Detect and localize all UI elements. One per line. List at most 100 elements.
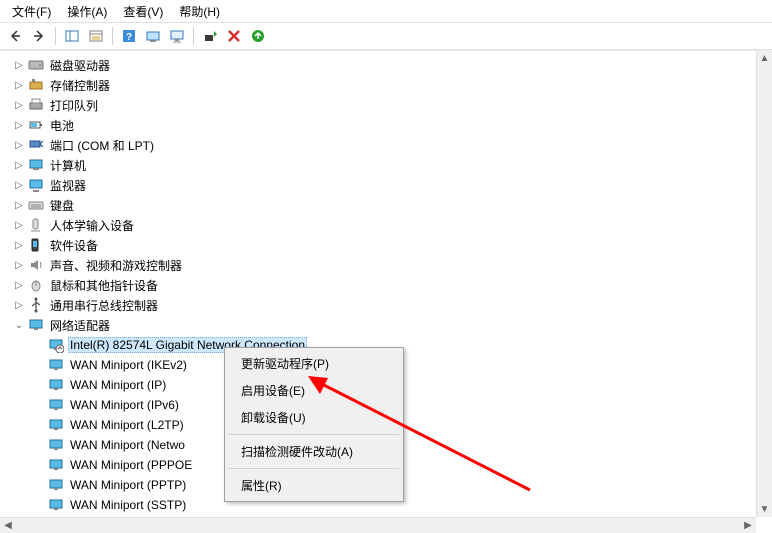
tree-node-keyboards[interactable]: ▷ 键盘 <box>12 195 772 215</box>
node-label: 存储控制器 <box>48 76 112 95</box>
network-adapter-icon <box>48 357 64 373</box>
ctx-update-driver[interactable]: 更新驱动程序(P) <box>227 350 401 377</box>
usb-icon <box>28 297 44 313</box>
scroll-up-icon[interactable]: ▲ <box>757 50 772 66</box>
node-label: WAN Miniport (SSTP) <box>68 497 188 513</box>
toolbar-separator <box>112 27 113 45</box>
tree-node-ports[interactable]: ▷ 端口 (COM 和 LPT) <box>12 135 772 155</box>
spacer <box>32 338 46 352</box>
disk-drive-icon <box>28 57 44 73</box>
show-hide-console-button[interactable] <box>61 25 83 47</box>
computer-icon <box>28 157 44 173</box>
help-button[interactable]: ? <box>118 25 140 47</box>
collapsed-icon[interactable]: ▷ <box>12 218 26 232</box>
collapsed-icon[interactable]: ▷ <box>12 238 26 252</box>
horizontal-scrollbar[interactable]: ◀ ▶ <box>0 517 756 533</box>
storage-controller-icon <box>28 77 44 93</box>
scroll-right-icon[interactable]: ▶ <box>740 518 756 533</box>
node-label: WAN Miniport (Netwo <box>68 437 187 453</box>
speaker-icon <box>28 257 44 273</box>
forward-button[interactable] <box>28 25 50 47</box>
ctx-scan-hardware[interactable]: 扫描检测硬件改动(A) <box>227 438 401 465</box>
spacer <box>32 498 46 512</box>
spacer <box>32 418 46 432</box>
node-label: 计算机 <box>48 156 88 175</box>
node-label: 软件设备 <box>48 236 100 255</box>
node-label: 网络适配器 <box>48 316 112 335</box>
mouse-icon <box>28 277 44 293</box>
node-label: WAN Miniport (IP) <box>68 377 168 393</box>
menu-help[interactable]: 帮助(H) <box>171 1 228 22</box>
keyboard-icon <box>28 197 44 213</box>
vertical-scrollbar[interactable]: ▲ ▼ <box>756 50 772 517</box>
toolbar-separator <box>55 27 56 45</box>
monitor-icon <box>28 177 44 193</box>
expanded-icon[interactable]: ⌄ <box>12 318 26 332</box>
ctx-separator <box>229 434 399 435</box>
node-label: 键盘 <box>48 196 76 215</box>
node-label: WAN Miniport (IPv6) <box>68 397 181 413</box>
tree-node-mice[interactable]: ▷ 鼠标和其他指针设备 <box>12 275 772 295</box>
tree-node-storage-controllers[interactable]: ▷ 存储控制器 <box>12 75 772 95</box>
scan-hardware-button[interactable] <box>142 25 164 47</box>
tree-node-hid[interactable]: ▷ 人体学输入设备 <box>12 215 772 235</box>
network-adapter-icon <box>48 477 64 493</box>
tree-node-network-adapters[interactable]: ⌄ 网络适配器 <box>12 315 772 335</box>
disable-device-button[interactable] <box>223 25 245 47</box>
node-label: 磁盘驱动器 <box>48 56 112 75</box>
network-adapter-icon <box>48 437 64 453</box>
scroll-down-icon[interactable]: ▼ <box>757 501 772 517</box>
toolbar-separator <box>193 27 194 45</box>
menubar: 文件(F) 操作(A) 查看(V) 帮助(H) <box>0 0 772 22</box>
ports-icon <box>28 137 44 153</box>
node-label: WAN Miniport (IKEv2) <box>68 357 189 373</box>
collapsed-icon[interactable]: ▷ <box>12 198 26 212</box>
network-adapter-icon <box>48 497 64 513</box>
ctx-enable-device[interactable]: 启用设备(E) <box>227 377 401 404</box>
back-button[interactable] <box>4 25 26 47</box>
menu-action[interactable]: 操作(A) <box>59 1 115 22</box>
hid-icon <box>28 217 44 233</box>
network-adapter-icon <box>48 417 64 433</box>
tree-node-sound[interactable]: ▷ 声音、视频和游戏控制器 <box>12 255 772 275</box>
menu-file[interactable]: 文件(F) <box>4 1 59 22</box>
ctx-properties[interactable]: 属性(R) <box>227 472 401 499</box>
collapsed-icon[interactable]: ▷ <box>12 118 26 132</box>
tree-node-battery[interactable]: ▷ 电池 <box>12 115 772 135</box>
monitor-button[interactable] <box>166 25 188 47</box>
collapsed-icon[interactable]: ▷ <box>12 298 26 312</box>
update-driver-button[interactable] <box>199 25 221 47</box>
collapsed-icon[interactable]: ▷ <box>12 278 26 292</box>
node-label: WAN Miniport (PPTP) <box>68 477 188 493</box>
spacer <box>32 458 46 472</box>
tree-node-monitors[interactable]: ▷ 监视器 <box>12 175 772 195</box>
node-label: 声音、视频和游戏控制器 <box>48 256 184 275</box>
spacer <box>32 398 46 412</box>
collapsed-icon[interactable]: ▷ <box>12 258 26 272</box>
ctx-separator <box>229 468 399 469</box>
collapsed-icon[interactable]: ▷ <box>12 78 26 92</box>
spacer <box>32 478 46 492</box>
tree-node-disk-drives[interactable]: ▷ 磁盘驱动器 <box>12 55 772 75</box>
tree-node-print-queues[interactable]: ▷ 打印队列 <box>12 95 772 115</box>
scroll-left-icon[interactable]: ◀ <box>0 518 16 533</box>
properties-button[interactable] <box>85 25 107 47</box>
node-label: WAN Miniport (PPPOE <box>68 457 194 473</box>
node-label: 监视器 <box>48 176 88 195</box>
tree-node-usb[interactable]: ▷ 通用串行总线控制器 <box>12 295 772 315</box>
spacer <box>32 438 46 452</box>
network-adapter-icon <box>28 317 44 333</box>
collapsed-icon[interactable]: ▷ <box>12 98 26 112</box>
collapsed-icon[interactable]: ▷ <box>12 158 26 172</box>
collapsed-icon[interactable]: ▷ <box>12 178 26 192</box>
spacer <box>32 378 46 392</box>
network-adapter-icon <box>48 457 64 473</box>
enable-device-button[interactable] <box>247 25 269 47</box>
collapsed-icon[interactable]: ▷ <box>12 58 26 72</box>
ctx-uninstall-device[interactable]: 卸载设备(U) <box>227 404 401 431</box>
tree-node-software-devices[interactable]: ▷ 软件设备 <box>12 235 772 255</box>
menu-view[interactable]: 查看(V) <box>115 1 171 22</box>
tree-node-computer[interactable]: ▷ 计算机 <box>12 155 772 175</box>
node-label: 人体学输入设备 <box>48 216 136 235</box>
collapsed-icon[interactable]: ▷ <box>12 138 26 152</box>
